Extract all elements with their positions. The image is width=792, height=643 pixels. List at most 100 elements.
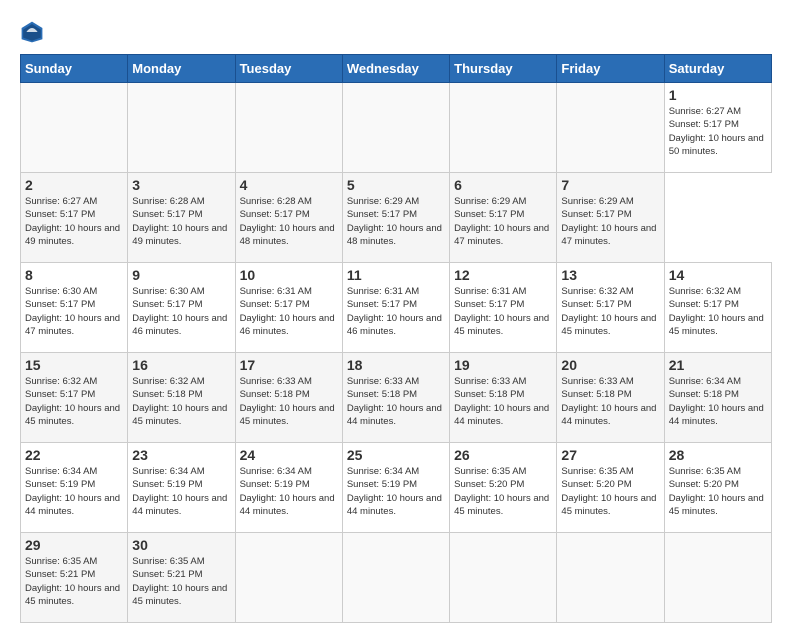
day-info: Sunrise: 6:31 AMSunset: 5:17 PMDaylight:… (240, 285, 338, 338)
day-info: Sunrise: 6:33 AMSunset: 5:18 PMDaylight:… (347, 375, 445, 428)
header-monday: Monday (128, 55, 235, 83)
day-number: 21 (669, 357, 767, 373)
empty-cell (450, 533, 557, 623)
header-sunday: Sunday (21, 55, 128, 83)
day-number: 14 (669, 267, 767, 283)
day-number: 20 (561, 357, 659, 373)
day-info: Sunrise: 6:32 AMSunset: 5:17 PMDaylight:… (669, 285, 767, 338)
day-info: Sunrise: 6:33 AMSunset: 5:18 PMDaylight:… (240, 375, 338, 428)
day-cell-25: 25Sunrise: 6:34 AMSunset: 5:19 PMDayligh… (342, 443, 449, 533)
empty-cell (450, 83, 557, 173)
logo (20, 20, 48, 44)
day-cell-11: 11 Sunrise: 6:31 AMSunset: 5:17 PMDayligh… (342, 263, 449, 353)
day-cell-28: 28 Sunrise: 6:35 AMSunset: 5:20 PMDayligh… (664, 443, 771, 533)
header-saturday: Saturday (664, 55, 771, 83)
calendar-table: SundayMondayTuesdayWednesdayThursdayFrid… (20, 54, 772, 623)
logo-icon (20, 20, 44, 44)
day-cell-3: 3 Sunrise: 6:28 AMSunset: 5:17 PMDaylight… (128, 173, 235, 263)
day-number: 19 (454, 357, 552, 373)
day-info: Sunrise: 6:31 AMSunset: 5:17 PMDaylight:… (347, 285, 445, 338)
header-tuesday: Tuesday (235, 55, 342, 83)
day-cell-21: 21Sunrise: 6:34 AMSunset: 5:18 PMDayligh… (664, 353, 771, 443)
day-number: 1 (669, 87, 767, 103)
day-cell-13: 13Sunrise: 6:32 AMSunset: 5:17 PMDayligh… (557, 263, 664, 353)
day-number: 30 (132, 537, 230, 553)
day-cell-19: 19Sunrise: 6:33 AMSunset: 5:18 PMDayligh… (450, 353, 557, 443)
day-cell-22: 22 Sunrise: 6:34 AMSunset: 5:19 PMDayligh… (21, 443, 128, 533)
day-number: 23 (132, 447, 230, 463)
day-number: 8 (25, 267, 123, 283)
day-info: Sunrise: 6:29 AMSunset: 5:17 PMDaylight:… (454, 195, 552, 248)
day-info: Sunrise: 6:27 AMSunset: 5:17 PMDaylight:… (669, 105, 767, 158)
page-header (20, 20, 772, 44)
week-row-2: 2Sunrise: 6:27 AMSunset: 5:17 PMDaylight… (21, 173, 772, 263)
week-row-4: 15 Sunrise: 6:32 AMSunset: 5:17 PMDayligh… (21, 353, 772, 443)
day-number: 3 (132, 177, 230, 193)
day-number: 28 (669, 447, 767, 463)
day-info: Sunrise: 6:35 AMSunset: 5:21 PMDaylight:… (25, 555, 123, 608)
day-cell-6: 6 Sunrise: 6:29 AMSunset: 5:17 PMDaylight… (450, 173, 557, 263)
header-friday: Friday (557, 55, 664, 83)
day-info: Sunrise: 6:35 AMSunset: 5:20 PMDaylight:… (669, 465, 767, 518)
day-cell-7: 7Sunrise: 6:29 AMSunset: 5:17 PMDaylight… (557, 173, 664, 263)
day-number: 6 (454, 177, 552, 193)
week-row-5: 22 Sunrise: 6:34 AMSunset: 5:19 PMDayligh… (21, 443, 772, 533)
header-thursday: Thursday (450, 55, 557, 83)
day-number: 17 (240, 357, 338, 373)
day-cell-29: 29 Sunrise: 6:35 AMSunset: 5:21 PMDayligh… (21, 533, 128, 623)
day-number: 27 (561, 447, 659, 463)
day-cell-1: 1 Sunrise: 6:27 AMSunset: 5:17 PMDaylight… (664, 83, 771, 173)
day-number: 22 (25, 447, 123, 463)
day-number: 9 (132, 267, 230, 283)
day-cell-14: 14 Sunrise: 6:32 AMSunset: 5:17 PMDayligh… (664, 263, 771, 353)
day-number: 12 (454, 267, 552, 283)
day-cell-9: 9 Sunrise: 6:30 AMSunset: 5:17 PMDaylight… (128, 263, 235, 353)
day-cell-10: 10 Sunrise: 6:31 AMSunset: 5:17 PMDayligh… (235, 263, 342, 353)
day-info: Sunrise: 6:34 AMSunset: 5:19 PMDaylight:… (347, 465, 445, 518)
day-cell-30: 30Sunrise: 6:35 AMSunset: 5:21 PMDayligh… (128, 533, 235, 623)
day-info: Sunrise: 6:34 AMSunset: 5:19 PMDaylight:… (25, 465, 123, 518)
day-number: 4 (240, 177, 338, 193)
day-cell-12: 12Sunrise: 6:31 AMSunset: 5:17 PMDayligh… (450, 263, 557, 353)
empty-cell (235, 83, 342, 173)
empty-cell (557, 533, 664, 623)
day-info: Sunrise: 6:34 AMSunset: 5:19 PMDaylight:… (240, 465, 338, 518)
day-cell-24: 24Sunrise: 6:34 AMSunset: 5:19 PMDayligh… (235, 443, 342, 533)
day-number: 15 (25, 357, 123, 373)
empty-cell (21, 83, 128, 173)
day-cell-4: 4 Sunrise: 6:28 AMSunset: 5:17 PMDaylight… (235, 173, 342, 263)
header-row: SundayMondayTuesdayWednesdayThursdayFrid… (21, 55, 772, 83)
day-cell-2: 2Sunrise: 6:27 AMSunset: 5:17 PMDaylight… (21, 173, 128, 263)
day-number: 2 (25, 177, 123, 193)
day-cell-27: 27 Sunrise: 6:35 AMSunset: 5:20 PMDayligh… (557, 443, 664, 533)
day-number: 29 (25, 537, 123, 553)
empty-cell (557, 83, 664, 173)
day-number: 10 (240, 267, 338, 283)
day-number: 11 (347, 267, 445, 283)
day-cell-23: 23Sunrise: 6:34 AMSunset: 5:19 PMDayligh… (128, 443, 235, 533)
header-wednesday: Wednesday (342, 55, 449, 83)
day-info: Sunrise: 6:28 AMSunset: 5:17 PMDaylight:… (240, 195, 338, 248)
day-info: Sunrise: 6:28 AMSunset: 5:17 PMDaylight:… (132, 195, 230, 248)
day-cell-5: 5 Sunrise: 6:29 AMSunset: 5:17 PMDaylight… (342, 173, 449, 263)
day-number: 7 (561, 177, 659, 193)
day-info: Sunrise: 6:32 AMSunset: 5:17 PMDaylight:… (25, 375, 123, 428)
day-info: Sunrise: 6:29 AMSunset: 5:17 PMDaylight:… (347, 195, 445, 248)
day-cell-18: 18Sunrise: 6:33 AMSunset: 5:18 PMDayligh… (342, 353, 449, 443)
empty-cell (235, 533, 342, 623)
empty-cell (342, 533, 449, 623)
week-row-1: 1 Sunrise: 6:27 AMSunset: 5:17 PMDaylight… (21, 83, 772, 173)
day-cell-20: 20Sunrise: 6:33 AMSunset: 5:18 PMDayligh… (557, 353, 664, 443)
week-row-6: 29 Sunrise: 6:35 AMSunset: 5:21 PMDayligh… (21, 533, 772, 623)
day-info: Sunrise: 6:30 AMSunset: 5:17 PMDaylight:… (25, 285, 123, 338)
day-number: 5 (347, 177, 445, 193)
day-number: 16 (132, 357, 230, 373)
day-cell-8: 8 Sunrise: 6:30 AMSunset: 5:17 PMDaylight… (21, 263, 128, 353)
day-cell-17: 17 Sunrise: 6:33 AMSunset: 5:18 PMDayligh… (235, 353, 342, 443)
day-number: 13 (561, 267, 659, 283)
day-info: Sunrise: 6:30 AMSunset: 5:17 PMDaylight:… (132, 285, 230, 338)
day-cell-26: 26Sunrise: 6:35 AMSunset: 5:20 PMDayligh… (450, 443, 557, 533)
day-number: 26 (454, 447, 552, 463)
day-info: Sunrise: 6:35 AMSunset: 5:20 PMDaylight:… (561, 465, 659, 518)
empty-cell (342, 83, 449, 173)
